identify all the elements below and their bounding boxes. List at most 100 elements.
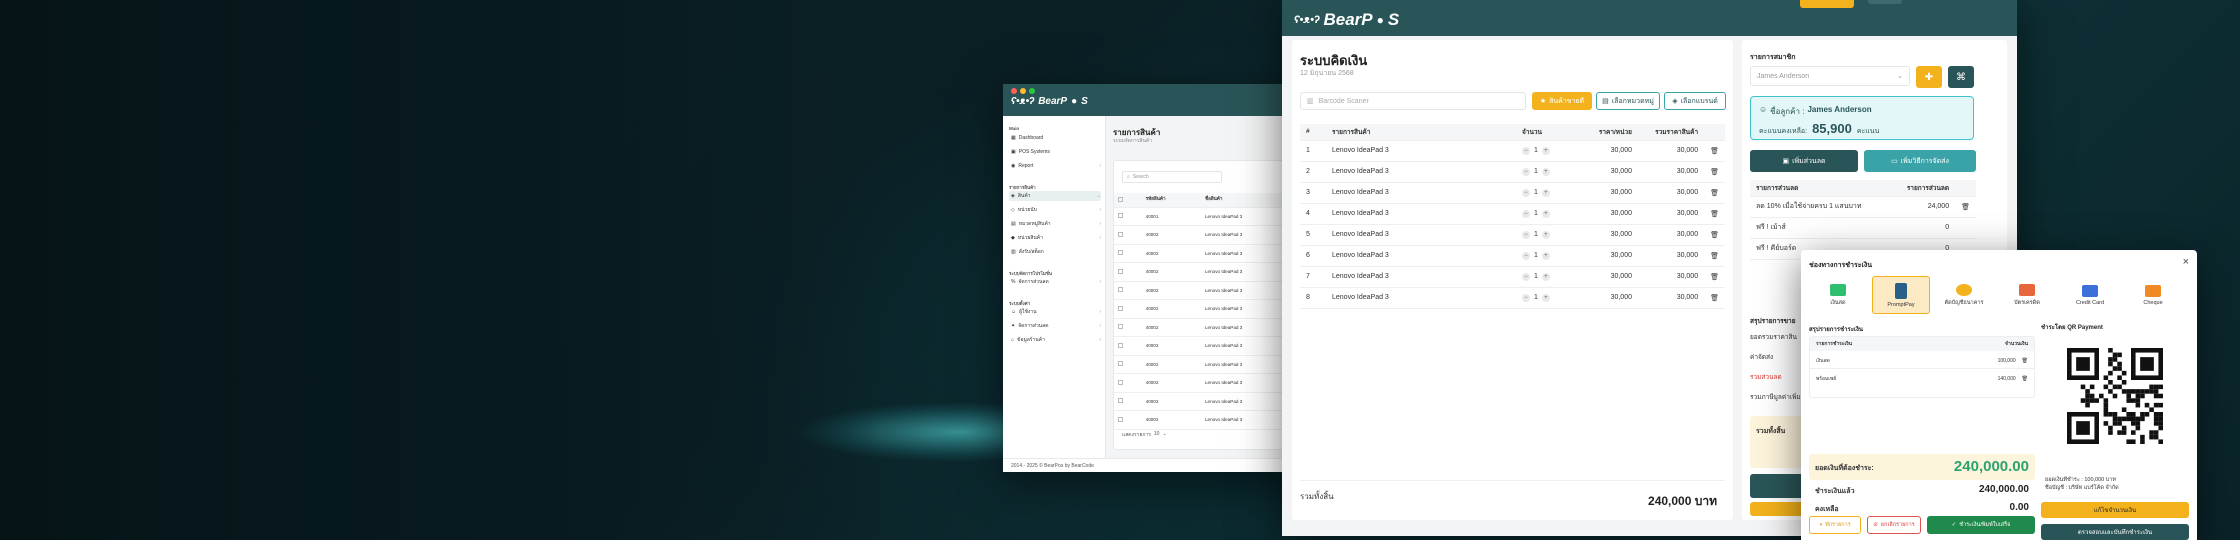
- select-brand-button[interactable]: ◈ เลือกแบรนด์: [1664, 92, 1726, 110]
- member-select[interactable]: James Anderson ⌄: [1750, 66, 1910, 86]
- plus-icon[interactable]: +: [1541, 230, 1550, 239]
- header-action-button[interactable]: [1800, 0, 1854, 8]
- discount-value: 0: [1890, 217, 1956, 239]
- minimize-dot[interactable]: [1020, 88, 1026, 94]
- row-checkbox[interactable]: [1114, 225, 1142, 245]
- plus-icon[interactable]: +: [1541, 167, 1550, 176]
- brand-logo: ʕ•ᴥ•ʔ BearP ● S: [1294, 10, 1399, 30]
- add-delivery-button[interactable]: ▭ เพิ่มวิธีการจัดส่ง: [1864, 150, 1976, 172]
- minus-icon[interactable]: −: [1522, 230, 1530, 239]
- minus-icon[interactable]: −: [1522, 167, 1530, 176]
- pay-print-button[interactable]: ✓ ชำระเงิน/พิมพ์ใบเสร็จ: [1927, 516, 2035, 534]
- bestseller-button[interactable]: ★ สินค้าขายดี: [1532, 92, 1592, 110]
- row-checkbox[interactable]: [1114, 355, 1142, 374]
- product-code: 40002: [1141, 281, 1201, 300]
- trash-icon[interactable]: 🗑: [1704, 266, 1725, 288]
- minus-icon[interactable]: −: [1522, 293, 1530, 302]
- scan-member-button[interactable]: ⌘: [1948, 66, 1974, 88]
- per-page-select[interactable]: 10: [1154, 431, 1160, 439]
- language-selector[interactable]: [1868, 0, 1902, 4]
- trash-icon[interactable]: 🗑: [1961, 204, 1970, 211]
- trash-icon[interactable]: 🗑: [1704, 161, 1725, 183]
- sidebar-item-product-units[interactable]: ◆ หน่วยสินค้า ›: [1009, 233, 1101, 243]
- row-checkbox[interactable]: [1114, 336, 1142, 356]
- plus-icon[interactable]: +: [1541, 293, 1550, 302]
- sidebar-item-shop[interactable]: ⌂ ข้อมูลร้านค้า ›: [1009, 335, 1101, 345]
- sidebar-item-stock[interactable]: ▥ สั่งรับ/สต็อก: [1009, 247, 1101, 257]
- amount-due-value: 240,000.00: [1953, 458, 2029, 475]
- sidebar-item-products[interactable]: ◈ สินค้า ⌄: [1009, 191, 1101, 201]
- trash-icon[interactable]: 🗑: [2022, 376, 2028, 382]
- quantity-stepper[interactable]: −1 +: [1522, 167, 1570, 176]
- sidebar-item-report[interactable]: ◉ Report ›: [1009, 161, 1101, 171]
- plus-icon[interactable]: +: [1541, 272, 1550, 281]
- trash-icon[interactable]: 🗑: [1704, 203, 1725, 225]
- sidebar-item-promotions[interactable]: % จัดการส่วนลด ›: [1009, 277, 1101, 287]
- minus-icon[interactable]: −: [1522, 251, 1530, 260]
- add-discount-button[interactable]: ▣ เพิ่มส่วนลด: [1750, 150, 1858, 172]
- cancel-icon: ⊘: [1873, 522, 1878, 528]
- quantity-stepper[interactable]: −1 +: [1522, 251, 1570, 260]
- close-icon[interactable]: ×: [2183, 256, 2189, 268]
- row-checkbox[interactable]: [1114, 262, 1142, 282]
- maximize-dot[interactable]: [1029, 88, 1035, 94]
- hold-bill-button[interactable]: ⏸ พักรายการ: [1809, 516, 1861, 534]
- row-checkbox[interactable]: [1114, 207, 1142, 226]
- row-checkbox[interactable]: [1114, 281, 1142, 300]
- trash-icon[interactable]: 🗑: [1704, 140, 1725, 162]
- plus-icon[interactable]: +: [1541, 188, 1550, 197]
- cart-row-total: 30,000: [1638, 203, 1705, 225]
- minus-icon[interactable]: −: [1522, 209, 1530, 218]
- verify-payment-button[interactable]: ตรวจสอบและบันทึกชำระเงิน: [2041, 524, 2189, 540]
- method-credit-card[interactable]: Credit Card: [2061, 276, 2119, 314]
- row-checkbox[interactable]: [1114, 318, 1142, 337]
- minus-icon[interactable]: −: [1522, 188, 1530, 197]
- cart-row-qty: 1: [1534, 252, 1538, 259]
- select-all-checkbox[interactable]: [1114, 193, 1142, 208]
- select-category-button[interactable]: ▤ เลือกหมวดหมู่: [1596, 92, 1660, 110]
- add-member-button[interactable]: ✚: [1916, 66, 1942, 88]
- row-checkbox[interactable]: [1114, 299, 1142, 319]
- sidebar-item-dashboard[interactable]: ▦ Dashboard: [1009, 133, 1101, 143]
- edit-amount-button[interactable]: แก้ไขจำนวนเงิน: [2041, 502, 2189, 518]
- quantity-stepper[interactable]: −1 +: [1522, 272, 1570, 281]
- minus-icon[interactable]: −: [1522, 272, 1530, 281]
- row-checkbox[interactable]: [1114, 373, 1142, 393]
- quantity-stepper[interactable]: −1 +: [1522, 209, 1570, 218]
- cart-row-number: 8: [1300, 287, 1326, 309]
- method-credit[interactable]: บัตรเครดิต: [1998, 276, 2056, 314]
- sidebar-item-units[interactable]: ◇ หน่วยนับ ›: [1009, 205, 1101, 215]
- trash-icon[interactable]: 🗑: [1704, 245, 1725, 267]
- row-checkbox[interactable]: [1114, 410, 1142, 430]
- search-input[interactable]: ⌕ Search: [1122, 171, 1222, 183]
- method-promptpay[interactable]: PromptPay: [1872, 276, 1930, 314]
- quantity-stepper[interactable]: −1 +: [1522, 293, 1570, 302]
- window-titlebar: ʕ•ᴥ•ʔ BearP ● S: [1282, 0, 2017, 36]
- quantity-stepper[interactable]: −1 +: [1522, 230, 1570, 239]
- trash-icon[interactable]: 🗑: [1704, 287, 1725, 309]
- trash-icon[interactable]: 🗑: [1704, 182, 1725, 204]
- trash-icon[interactable]: 🗑: [1704, 224, 1725, 246]
- quantity-stepper[interactable]: −1 +: [1522, 146, 1570, 155]
- plus-icon[interactable]: +: [1541, 251, 1550, 260]
- qr-code: [2067, 348, 2163, 444]
- plus-icon[interactable]: +: [1541, 209, 1550, 218]
- sidebar-item-categories[interactable]: ▤ หมวดหมู่สินค้า ›: [1009, 219, 1101, 229]
- quantity-stepper[interactable]: −1 +: [1522, 188, 1570, 197]
- barcode-input[interactable]: ▥ Barcode Scaner: [1300, 92, 1526, 110]
- method-cheque[interactable]: Cheque: [2124, 276, 2182, 314]
- cart-row-name: Lenovo IdeaPad 3: [1326, 203, 1516, 225]
- method-bank-transfer[interactable]: ตัดบัญชีธนาคาร: [1935, 276, 1993, 314]
- trash-icon[interactable]: 🗑: [2022, 358, 2028, 364]
- cancel-bill-button[interactable]: ⊘ ยกเลิกรายการ: [1867, 516, 1921, 534]
- minus-icon[interactable]: −: [1522, 146, 1530, 155]
- row-checkbox[interactable]: [1114, 244, 1142, 263]
- sidebar-item-discounts[interactable]: ✦ จัดการส่วนลด ›: [1009, 321, 1101, 331]
- close-dot[interactable]: [1011, 88, 1017, 94]
- sidebar-item-pos[interactable]: ▣ POS Systems: [1009, 147, 1101, 157]
- row-checkbox[interactable]: [1114, 392, 1142, 411]
- method-cash[interactable]: เงินสด: [1809, 276, 1867, 314]
- plus-icon[interactable]: +: [1541, 146, 1550, 155]
- sidebar-item-users[interactable]: ☺ ผู้ใช้งาน ›: [1009, 307, 1101, 317]
- page-date: 12 มิถุนายน 2568: [1300, 70, 1354, 77]
